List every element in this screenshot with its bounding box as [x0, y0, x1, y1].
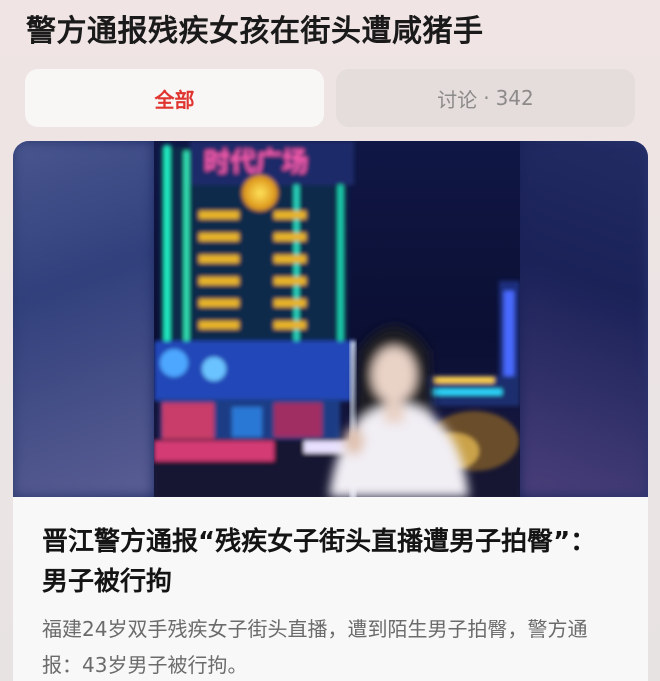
news-card[interactable]: 时代广场 晋江警方通报“残疾女子街头直播遭男子拍臀”：男子被行拘 福建24岁双手…	[13, 141, 648, 681]
tab-discussion-label: 讨论	[437, 87, 478, 112]
svg-text:时代广场: 时代广场	[204, 148, 308, 178]
news-summary: 福建24岁双手残疾女子街头直播，遭到陌生男子拍臀，警方通报：43岁男子被行拘。	[42, 617, 588, 677]
thumbnail-blur-right	[520, 141, 648, 497]
night-street-scene-image: 时代广场	[154, 141, 520, 497]
tab-all[interactable]: 全部	[25, 69, 324, 127]
tab-discussion-separator: ·	[483, 86, 490, 110]
video-frame: 时代广场	[154, 141, 520, 497]
tab-all-label: 全部	[154, 87, 195, 112]
thumbnail-blur-left	[13, 141, 154, 497]
topic-title: 警方通报残疾女孩在街头遭咸猪手	[26, 14, 484, 49]
tab-discussion[interactable]: 讨论 · 342	[336, 69, 635, 127]
tab-discussion-count: 342	[495, 86, 534, 110]
news-headline[interactable]: 晋江警方通报“残疾女子街头直播遭男子拍臀”：男子被行拘	[42, 522, 622, 602]
news-video-thumbnail[interactable]: 时代广场	[13, 141, 648, 497]
tab-bar: 全部 讨论 · 342	[25, 69, 635, 127]
